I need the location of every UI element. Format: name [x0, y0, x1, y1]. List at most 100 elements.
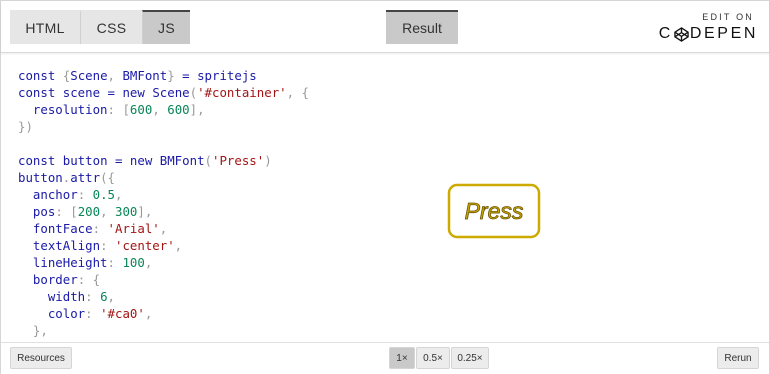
- zoom-0-25x-button[interactable]: 0.25×: [451, 347, 489, 369]
- code-token: ({: [100, 170, 115, 185]
- code-token: ,: [100, 204, 116, 219]
- code-token: },: [18, 323, 48, 338]
- code-token: pos: [32, 204, 56, 219]
- code-token: 0.5: [92, 187, 115, 202]
- codepen-logo: C DEPEN: [659, 25, 758, 43]
- tab-js[interactable]: JS: [142, 10, 190, 44]
- code-token: border: [32, 272, 78, 287]
- code-token: }): [18, 119, 33, 134]
- code-token: ],: [189, 102, 205, 117]
- code-token: BMFont: [159, 153, 205, 168]
- code-token: const: [18, 85, 63, 100]
- code-line: pos: [200, 300],: [18, 203, 418, 220]
- code-token: ,: [107, 289, 116, 304]
- edit-on-label: EDIT ON: [702, 12, 754, 22]
- code-token: lineHeight: [32, 255, 108, 270]
- code-token: color: [47, 306, 86, 321]
- code-line: fontFace: 'Arial',: [18, 220, 418, 237]
- code-token: 600: [129, 102, 153, 117]
- editor-tabs: HTML CSS JS: [10, 10, 190, 44]
- code-token: :: [107, 255, 123, 270]
- code-line: const {Scene, BMFont} = spritejs: [18, 67, 418, 84]
- code-line: textAlign: 'center',: [18, 237, 418, 254]
- embed-header: HTML CSS JS Result EDIT ON C DEPEN: [1, 1, 769, 53]
- code-token: ,: [144, 255, 153, 270]
- code-token: 200: [77, 204, 101, 219]
- logo-letter-c: C: [658, 25, 673, 42]
- edit-on-codepen-link[interactable]: EDIT ON C DEPEN: [654, 11, 758, 43]
- code-token: (: [204, 153, 212, 168]
- code-token: ): [264, 153, 272, 168]
- code-token: :: [100, 238, 115, 253]
- codepen-embed: HTML CSS JS Result EDIT ON C DEPEN const…: [0, 0, 770, 374]
- code-line: },: [18, 322, 418, 339]
- code-token: ,: [107, 68, 123, 83]
- tab-css[interactable]: CSS: [80, 10, 142, 44]
- code-token: :: [85, 306, 101, 321]
- code-token: ,: [144, 306, 153, 321]
- code-token: Scene: [152, 85, 190, 100]
- code-token: BMFont: [122, 68, 168, 83]
- code-token: Scene: [70, 68, 108, 83]
- code-token: 'Arial': [107, 221, 160, 236]
- zoom-1x-button[interactable]: 1×: [389, 347, 415, 369]
- code-token: ,: [174, 238, 183, 253]
- code-token: :: [77, 187, 93, 202]
- code-token: '#ca0': [100, 306, 145, 321]
- code-token: =: [174, 68, 198, 83]
- code-token: '#container': [197, 85, 287, 100]
- code-token: :: [85, 289, 101, 304]
- code-token: textAlign: [32, 238, 101, 253]
- result-preview-press-button: Press: [447, 183, 541, 239]
- code-token: =: [100, 85, 123, 100]
- tab-html[interactable]: HTML: [10, 10, 80, 44]
- tab-result[interactable]: Result: [386, 10, 458, 44]
- code-token: new: [129, 153, 160, 168]
- code-line: anchor: 0.5,: [18, 186, 418, 203]
- code-token: 600: [167, 102, 190, 117]
- code-token: :: [92, 221, 108, 236]
- js-code-editor[interactable]: const {Scene, BMFont} = spritejs const sc…: [18, 67, 418, 339]
- code-line: }): [18, 118, 418, 135]
- code-token: new: [122, 85, 153, 100]
- code-token: 'center': [114, 238, 175, 253]
- code-token: 6: [100, 289, 108, 304]
- code-token: button: [62, 153, 108, 168]
- code-token: resolution: [32, 102, 108, 117]
- code-token: const: [18, 68, 63, 83]
- code-token: 100: [122, 255, 145, 270]
- code-line: const button = new BMFont('Press'): [18, 152, 418, 169]
- code-token: fontFace: [32, 221, 93, 236]
- code-token: width: [47, 289, 86, 304]
- code-token: , {: [286, 85, 310, 100]
- code-token: button: [18, 170, 63, 185]
- code-token: : [: [55, 204, 78, 219]
- code-token: const: [18, 153, 63, 168]
- code-token: ],: [137, 204, 153, 219]
- code-token: 300: [115, 204, 138, 219]
- codepen-cube-icon: [674, 26, 689, 42]
- code-token: ,: [152, 102, 168, 117]
- code-token: spritejs: [197, 68, 257, 83]
- code-token: (: [189, 85, 198, 100]
- resources-button[interactable]: Resources: [10, 347, 72, 369]
- code-token: : {: [77, 272, 101, 287]
- code-token: }: [167, 68, 175, 83]
- code-token: 'Press': [212, 153, 265, 168]
- press-button-text: Press: [465, 198, 524, 224]
- logo-letters-depen: DEPEN: [689, 25, 758, 42]
- code-line: button.attr({: [18, 169, 418, 186]
- code-token: scene: [62, 85, 101, 100]
- code-line: border: {: [18, 271, 418, 288]
- zoom-0-5x-button[interactable]: 0.5×: [416, 347, 450, 369]
- rerun-button[interactable]: Rerun: [717, 347, 759, 369]
- code-line: color: '#ca0',: [18, 305, 418, 322]
- code-line: lineHeight: 100,: [18, 254, 418, 271]
